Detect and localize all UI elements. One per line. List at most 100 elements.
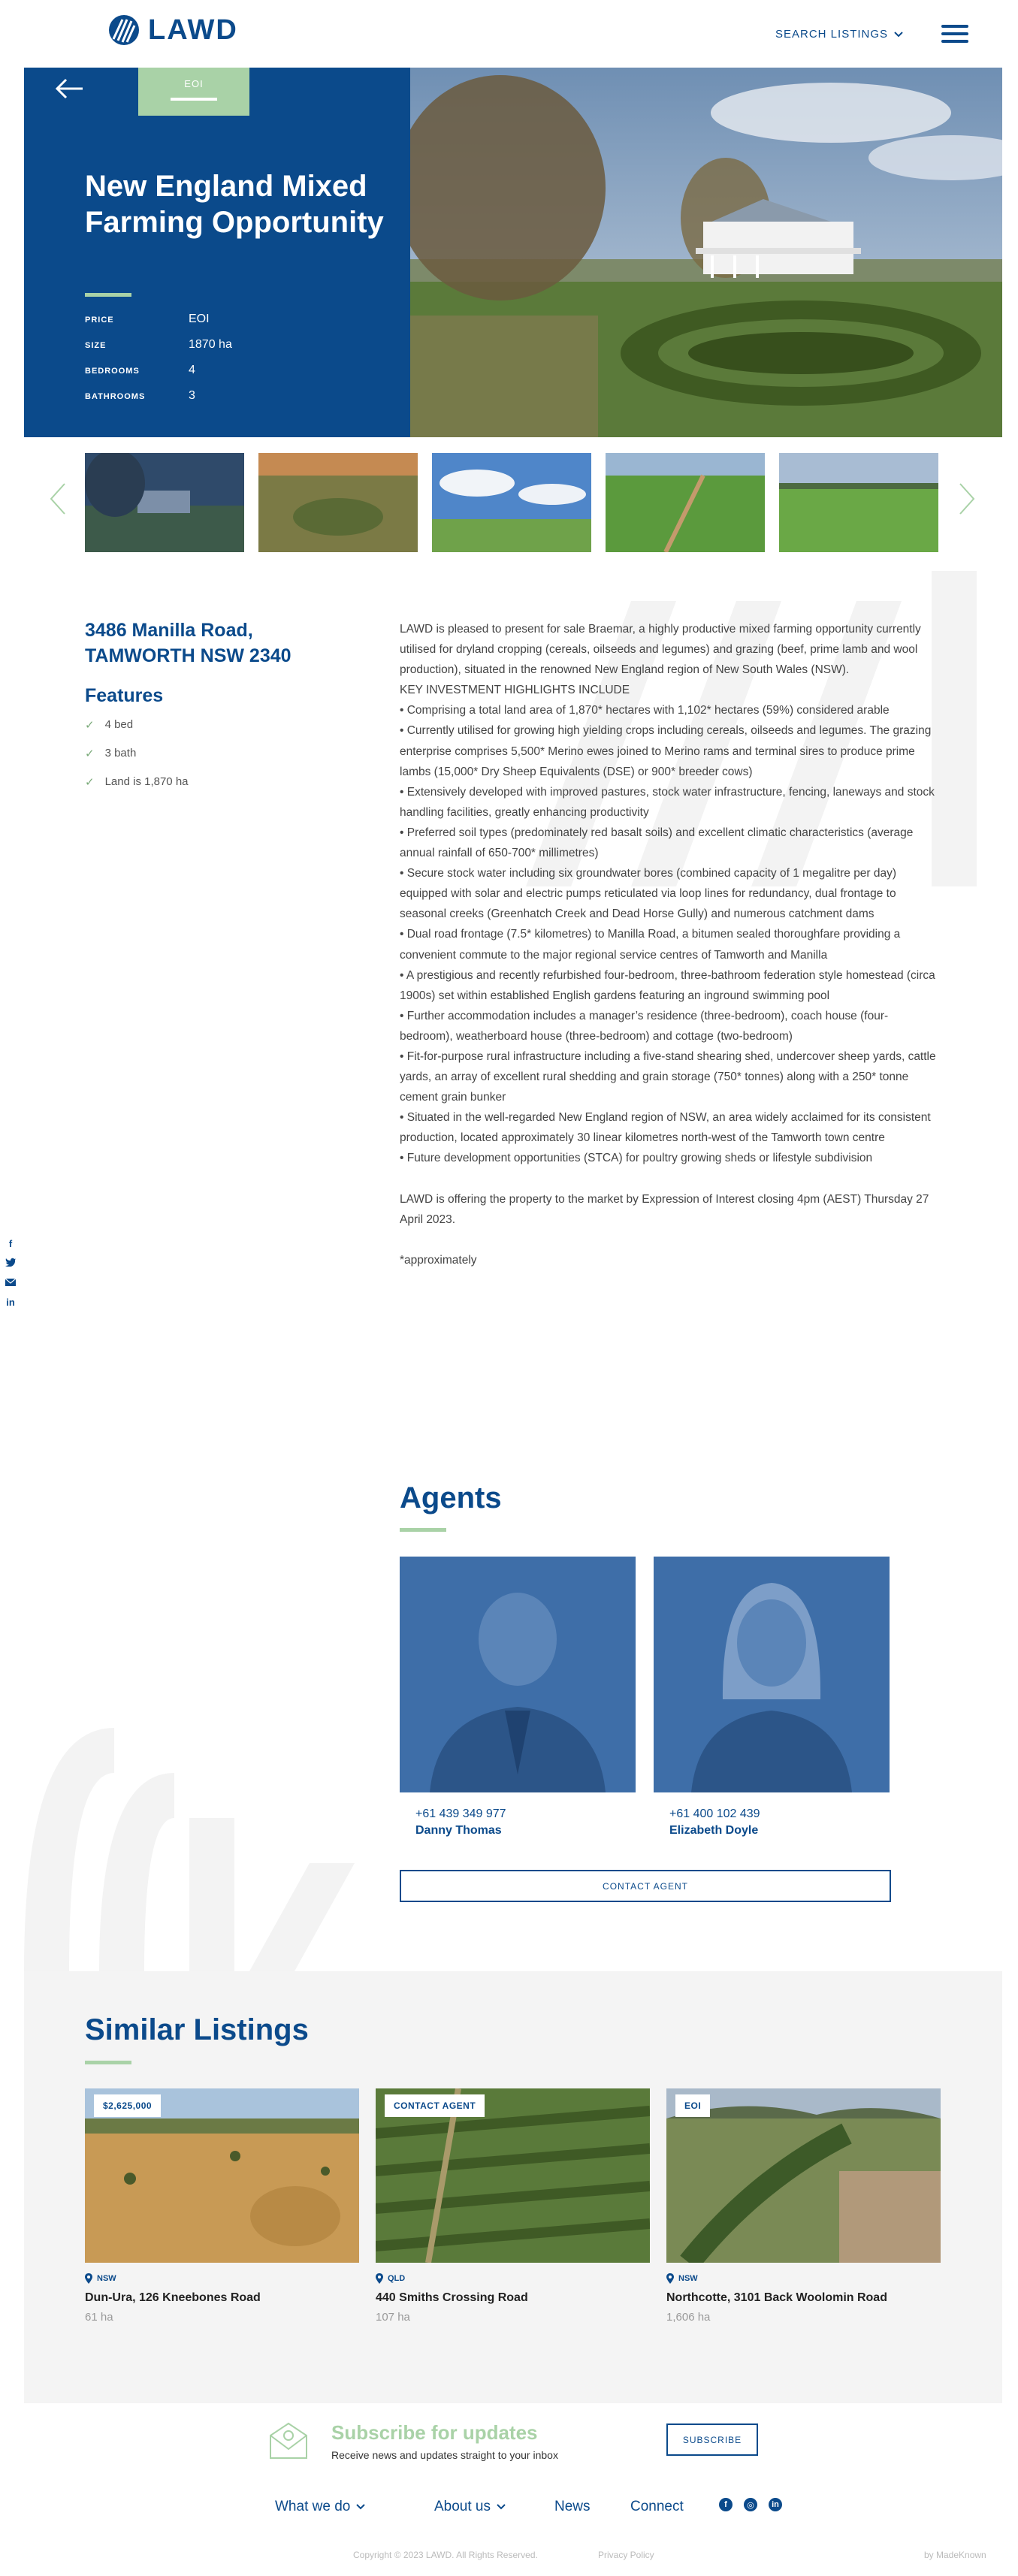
listing-price-badge: EOI bbox=[675, 2094, 711, 2117]
footer-nav-news[interactable]: News bbox=[554, 2499, 591, 2515]
listing-size: 61 ha bbox=[85, 2311, 113, 2324]
subscribe-button[interactable]: SUBSCRIBE bbox=[666, 2423, 758, 2456]
check-icon: ✓ bbox=[85, 776, 95, 789]
description-paragraph: KEY INVESTMENT HIGHLIGHTS INCLUDE bbox=[400, 684, 630, 697]
feature-label: 3 bath bbox=[104, 747, 137, 760]
footer-nav-label: About us bbox=[434, 2499, 491, 2514]
search-listings-dropdown[interactable]: SEARCH LISTINGS bbox=[775, 28, 903, 41]
status-tab-underline bbox=[171, 98, 217, 101]
property-title: New England Mixed Farming Opportunity bbox=[85, 170, 384, 239]
made-by-credit[interactable]: by MadeKnown bbox=[924, 2550, 986, 2560]
facebook-icon[interactable]: f bbox=[3, 1238, 18, 1253]
linkedin-icon[interactable]: in bbox=[3, 1297, 18, 1312]
listing-state-label: NSW bbox=[97, 2274, 116, 2283]
features-heading: Features bbox=[85, 685, 164, 706]
description-paragraph: • Comprising a total land area of 1,870*… bbox=[400, 704, 890, 717]
feature-label: 4 bed bbox=[104, 718, 134, 731]
map-pin-icon bbox=[666, 2273, 674, 2284]
linkedin-icon[interactable]: in bbox=[769, 2498, 782, 2511]
instagram-icon[interactable]: ◎ bbox=[744, 2498, 757, 2511]
subscribe-title: Subscribe for updates bbox=[331, 2421, 538, 2444]
spec-value: 3 bbox=[189, 389, 195, 402]
gallery-thumbnail[interactable] bbox=[606, 453, 765, 552]
envelope-icon bbox=[270, 2422, 307, 2459]
logo[interactable]: LAWD bbox=[107, 14, 238, 47]
contact-agent-button[interactable]: CONTACT AGENT bbox=[400, 1870, 891, 1902]
description-paragraph: • A prestigious and recently refurbished… bbox=[400, 968, 935, 1002]
agent-name[interactable]: Danny Thomas bbox=[415, 1824, 502, 1838]
feature-item: ✓ Land is 1,870 ha bbox=[85, 775, 189, 789]
agent-phone[interactable]: +61 400 102 439 bbox=[669, 1807, 760, 1821]
spec-label: BATHROOMS bbox=[85, 392, 146, 401]
agent-photo[interactable] bbox=[400, 1557, 636, 1792]
map-pin-icon bbox=[85, 2273, 92, 2284]
agent-phone[interactable]: +61 439 349 977 bbox=[415, 1807, 506, 1821]
search-listings-label: SEARCH LISTINGS bbox=[775, 28, 889, 41]
spec-value: EOI bbox=[189, 313, 210, 325]
listing-state: QLD bbox=[376, 2273, 405, 2284]
description-paragraph: • Dual road frontage (7.5* kilometres) t… bbox=[400, 928, 901, 962]
feature-item: ✓ 3 bath bbox=[85, 747, 136, 760]
title-divider bbox=[85, 293, 131, 297]
hero-panel: EOI New England Mixed Farming Opportunit… bbox=[24, 68, 410, 437]
gallery-thumbnail[interactable] bbox=[432, 453, 591, 552]
check-icon: ✓ bbox=[85, 747, 95, 760]
footer-nav-about-us[interactable]: About us bbox=[434, 2499, 506, 2515]
listing-state: NSW bbox=[666, 2273, 698, 2284]
listing-size: 107 ha bbox=[376, 2311, 410, 2324]
listing-state: NSW bbox=[85, 2273, 116, 2284]
property-description: LAWD is pleased to present for sale Brae… bbox=[400, 619, 941, 1270]
logo-mark-icon bbox=[109, 15, 139, 45]
description-paragraph: • Secure stock water including six groun… bbox=[400, 867, 897, 921]
watermark-graphic-lower bbox=[24, 1728, 355, 1971]
spec-label: BEDROOMS bbox=[85, 367, 140, 376]
status-tab-label: EOI bbox=[184, 78, 204, 89]
description-paragraph: • Extensively developed with improved pa… bbox=[400, 785, 935, 819]
check-icon: ✓ bbox=[85, 719, 95, 732]
site-header: LAWD SEARCH LISTINGS bbox=[0, 0, 1018, 68]
description-paragraph: • Currently utilised for growing high yi… bbox=[400, 724, 932, 778]
footnote: *approximately bbox=[400, 1253, 477, 1267]
spec-value: 1870 ha bbox=[189, 338, 232, 351]
agent-photo[interactable] bbox=[654, 1557, 890, 1792]
gallery-next-icon[interactable] bbox=[956, 481, 978, 517]
closing-paragraph: LAWD is offering the property to the mar… bbox=[400, 1192, 929, 1226]
spec-label: SIZE bbox=[85, 341, 107, 350]
agent-name[interactable]: Elizabeth Doyle bbox=[669, 1824, 758, 1838]
similar-listings-divider bbox=[85, 2061, 131, 2064]
back-arrow-icon[interactable] bbox=[54, 75, 84, 105]
chevron-down-icon bbox=[894, 31, 903, 37]
description-paragraph: • Further accommodation includes a manag… bbox=[400, 1009, 889, 1043]
hero-photo[interactable] bbox=[410, 68, 1002, 437]
address-line-2: TAMWORTH NSW 2340 bbox=[85, 645, 292, 666]
twitter-icon[interactable] bbox=[3, 1258, 18, 1273]
gallery-thumbnail[interactable] bbox=[85, 453, 244, 552]
description-paragraph: • Situated in the well-regarded New Engl… bbox=[400, 1111, 931, 1145]
property-address: 3486 Manilla Road, TAMWORTH NSW 2340 bbox=[85, 618, 340, 669]
agents-heading: Agents bbox=[400, 1481, 502, 1514]
footer-nav-connect[interactable]: Connect bbox=[630, 2499, 684, 2515]
address-line-1: 3486 Manilla Road, bbox=[85, 620, 253, 641]
feature-item: ✓ 4 bed bbox=[85, 718, 133, 732]
spec-value: 4 bbox=[189, 364, 195, 376]
gallery-thumbnail[interactable] bbox=[779, 453, 938, 552]
listing-title[interactable]: Northcotte, 3101 Back Woolomin Road bbox=[666, 2291, 887, 2305]
menu-icon[interactable] bbox=[941, 25, 968, 43]
footer-nav-label: What we do bbox=[275, 2499, 351, 2514]
description-paragraph: • Future development opportunities (STCA… bbox=[400, 1152, 873, 1165]
gallery-prev-icon[interactable] bbox=[47, 481, 69, 517]
listing-size: 1,606 ha bbox=[666, 2311, 711, 2324]
email-icon[interactable] bbox=[3, 1277, 18, 1292]
listing-title[interactable]: 440 Smiths Crossing Road bbox=[376, 2291, 528, 2305]
footer-nav-label: Connect bbox=[630, 2499, 684, 2514]
gallery-thumbnail[interactable] bbox=[258, 453, 418, 552]
spec-bedrooms: BEDROOMS 4 bbox=[85, 364, 385, 379]
footer-nav-what-we-do[interactable]: What we do bbox=[275, 2499, 366, 2515]
listing-title[interactable]: Dun-Ura, 126 Kneebones Road bbox=[85, 2291, 261, 2305]
listing-state-label: NSW bbox=[678, 2274, 698, 2283]
listing-state-label: QLD bbox=[388, 2274, 406, 2283]
logo-text: LAWD bbox=[148, 14, 238, 46]
facebook-icon[interactable]: f bbox=[719, 2498, 733, 2511]
copyright-text: Copyright © 2023 LAWD. All Rights Reserv… bbox=[353, 2550, 538, 2560]
privacy-policy-link[interactable]: Privacy Policy bbox=[598, 2550, 654, 2560]
